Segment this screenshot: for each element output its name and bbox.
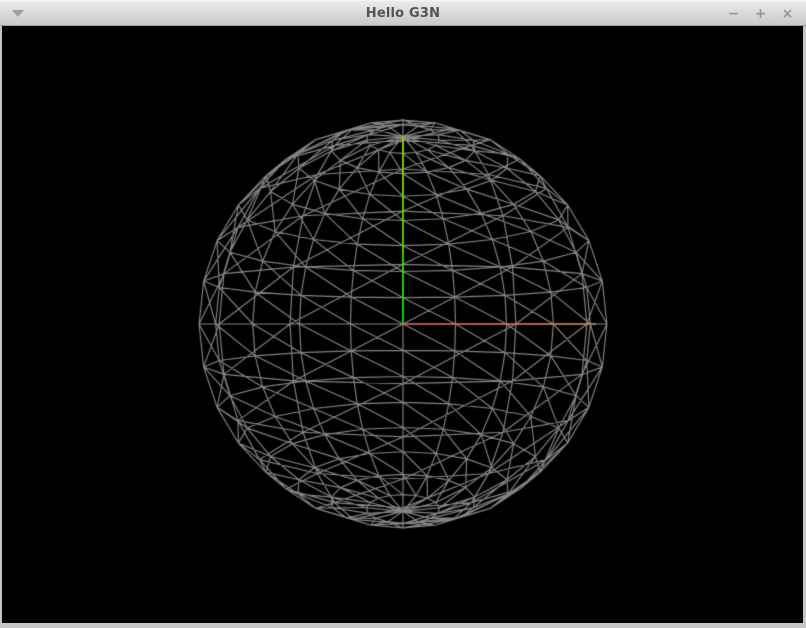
window-title: Hello G3N <box>0 1 806 26</box>
close-button[interactable]: × <box>777 3 798 24</box>
titlebar: Hello G3N − + × <box>0 0 806 26</box>
gl-viewport-canvas[interactable] <box>2 26 803 623</box>
window-frame <box>0 26 806 628</box>
maximize-button[interactable]: + <box>750 3 771 24</box>
minimize-button[interactable]: − <box>723 3 744 24</box>
app-window: Hello G3N − + × <box>0 0 806 628</box>
window-controls: − + × <box>723 1 798 26</box>
